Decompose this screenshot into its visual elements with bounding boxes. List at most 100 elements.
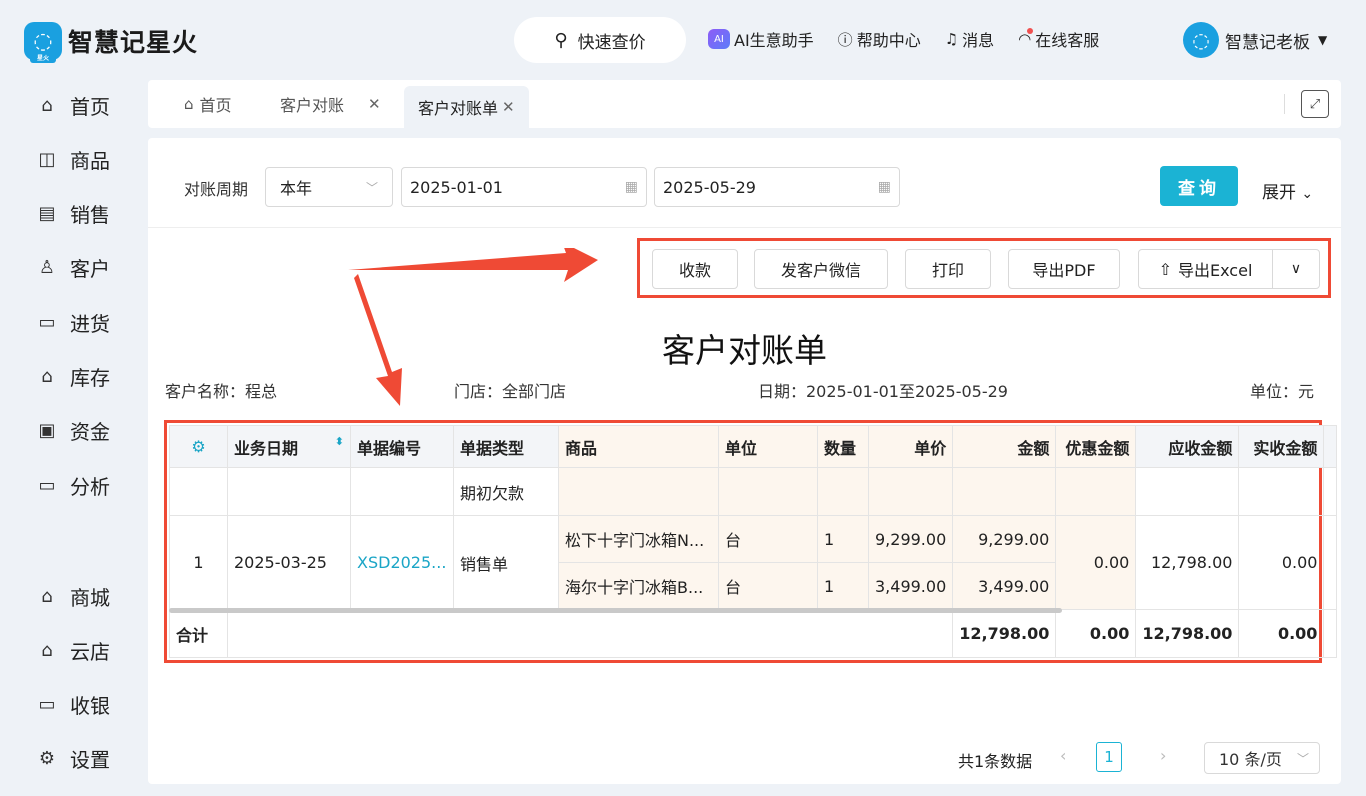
- cell-product: 松下十字门冰箱N...: [558, 515, 719, 563]
- bell-icon: ♫: [944, 30, 959, 48]
- sidebar-item-mall[interactable]: ⌂ 商城: [36, 581, 110, 611]
- print-button[interactable]: 打印: [905, 249, 991, 289]
- prev-page-icon[interactable]: ‹: [1060, 746, 1066, 765]
- warehouse-icon: ⌂: [41, 365, 53, 387]
- sidebar-item-label: 设置: [70, 747, 110, 772]
- sidebar-item-settings[interactable]: ⚙ 设置: [36, 743, 110, 773]
- cell-product: 海尔十字门冰箱B...: [558, 562, 719, 610]
- home-icon: ⌂: [41, 94, 53, 116]
- headset-icon: ◠: [1018, 28, 1034, 48]
- sidebar-item-inventory[interactable]: ⌂ 库存: [36, 361, 110, 391]
- filter-bar: 对账周期 本年 ﹀ 2025-01-01 ▦ 2025-05-29 ▦ 查询 展…: [148, 138, 1341, 228]
- close-icon[interactable]: ✕: [502, 98, 515, 116]
- sort-icon[interactable]: ⬍: [335, 435, 344, 448]
- sidebar-item-purchase[interactable]: ▭ 进货: [36, 307, 110, 337]
- quick-search-label: 快速查价: [577, 32, 646, 53]
- fullscreen-icon[interactable]: ⤢: [1301, 90, 1329, 118]
- end-date-input[interactable]: 2025-05-29 ▦: [654, 167, 900, 207]
- chart-icon: ▭: [38, 474, 56, 496]
- period-label: 对账周期: [184, 180, 249, 199]
- sidebar-item-label: 首页: [70, 94, 110, 119]
- help-center-label: 帮助中心: [856, 31, 921, 50]
- order-number-link[interactable]: XSD2025...: [350, 515, 454, 610]
- cell-amount: 3,499.00: [952, 562, 1057, 610]
- start-date-input[interactable]: 2025-01-01 ▦: [401, 167, 647, 207]
- sidebar-item-analysis[interactable]: ▭ 分析: [36, 470, 110, 500]
- header-links: AI AI生意助手 ⓘ 帮助中心 ♫ 消息 ◠ 在线客服: [708, 27, 1123, 51]
- column-header: 单据类型: [453, 425, 559, 468]
- cashier-icon: ▭: [38, 693, 56, 715]
- query-button[interactable]: 查询: [1160, 166, 1238, 206]
- header-label: 业务日期: [234, 438, 299, 458]
- next-page-icon[interactable]: ›: [1160, 746, 1166, 765]
- total-discount: 0.00: [1055, 609, 1137, 658]
- collect-payment-button[interactable]: 收款: [652, 249, 738, 289]
- user-menu[interactable]: ◌ 智慧记老板 ▼: [1183, 22, 1327, 58]
- period-value: 本年: [280, 179, 313, 198]
- export-pdf-button[interactable]: 导出PDF: [1008, 249, 1120, 289]
- column-header: 商品: [558, 425, 719, 468]
- table-row: 1 2025-03-25 XSD2025... 销售单 松下十字门冰箱N... …: [169, 515, 1338, 610]
- cell: [227, 467, 351, 516]
- arrow-down-icon: [354, 274, 402, 406]
- column-header: 应收金额: [1135, 425, 1240, 468]
- statement-table: ⚙ 业务日期 ⬍ 单据编号 单据类型 商品 单位 数量 单价 金额 优惠金额 应…: [169, 425, 1338, 658]
- cell-qty: 1: [817, 562, 869, 610]
- cell-index: 1: [169, 515, 228, 610]
- horizontal-scrollbar[interactable]: [169, 608, 1062, 613]
- export-excel-button[interactable]: ⇧ 导出Excel: [1139, 250, 1273, 288]
- expand-filter-button[interactable]: 展开 ⌄: [1262, 178, 1313, 203]
- period-select[interactable]: 本年 ﹀: [265, 167, 393, 207]
- messages-link[interactable]: ♫ 消息: [945, 27, 994, 51]
- wallet-icon: ▣: [38, 419, 56, 441]
- main-panel: 对账周期 本年 ﹀ 2025-01-01 ▦ 2025-05-29 ▦ 查询 展…: [148, 138, 1341, 784]
- logo-icon: ◌ 星火: [24, 22, 62, 63]
- sidebar-item-customers[interactable]: ♙ 客户: [36, 252, 110, 282]
- sidebar-item-products[interactable]: ◫ 商品: [36, 144, 110, 174]
- tab-customer-reconciliation[interactable]: 客户对账 ✕: [280, 80, 381, 128]
- statement-title: 客户对账单: [662, 331, 827, 370]
- app-logo[interactable]: ◌ 星火 智慧记星火: [24, 22, 198, 63]
- tab-home[interactable]: ⌂ 首页: [184, 80, 232, 128]
- sidebar-item-sales[interactable]: ▤ 销售: [36, 198, 110, 228]
- clipboard-icon: ▤: [38, 202, 56, 224]
- help-center-link[interactable]: ⓘ 帮助中心: [838, 27, 921, 51]
- sidebar-item-funds[interactable]: ▣ 资金: [36, 415, 110, 445]
- column-settings-icon[interactable]: ⚙: [169, 425, 228, 468]
- page-button-current[interactable]: 1: [1096, 742, 1122, 772]
- avatar: ◌: [1183, 22, 1219, 58]
- cell: [1238, 467, 1325, 516]
- cell: [1323, 467, 1338, 516]
- total-received: 0.00: [1238, 609, 1325, 658]
- table-row-opening: 期初欠款: [169, 467, 1338, 516]
- export-excel-split-button: ⇧ 导出Excel ∨: [1138, 249, 1320, 289]
- close-icon[interactable]: ✕: [368, 95, 381, 113]
- sidebar-item-label: 商城: [70, 585, 110, 610]
- chevron-down-icon[interactable]: ∨: [1273, 250, 1319, 288]
- column-spacer: [1323, 425, 1338, 468]
- sidebar-item-cashier[interactable]: ▭ 收银: [36, 689, 110, 719]
- export-excel-label: 导出Excel: [1178, 261, 1253, 280]
- quick-price-search-button[interactable]: ⚲ 快速查价: [514, 17, 686, 63]
- table-header-row: ⚙ 业务日期 ⬍ 单据编号 单据类型 商品 单位 数量 单价 金额 优惠金额 应…: [169, 425, 1338, 468]
- sidebar-item-cloud-store[interactable]: ⌂ 云店: [36, 635, 110, 665]
- column-header[interactable]: 业务日期 ⬍: [227, 425, 351, 468]
- sidebar-item-label: 云店: [70, 639, 110, 664]
- page-size-value: 10 条/页: [1219, 750, 1282, 769]
- ai-assistant-link[interactable]: AI AI生意助手: [708, 27, 814, 51]
- tabs-bar: ⌂ 首页 客户对账 ✕ 客户对账单 ✕ ⤢: [148, 80, 1341, 128]
- sidebar: ⌂ 首页 ◫ 商品 ▤ 销售 ♙ 客户 ▭ 进货 ⌂ 库存 ▣ 资金 ▭ 分析 ⌂ 商城 ⌂ 云店 …: [0, 80, 148, 796]
- messages-label: 消息: [962, 31, 995, 50]
- sidebar-item-label: 客户: [70, 256, 110, 281]
- logo-glyph: ◌: [33, 28, 53, 54]
- page-size-select[interactable]: 10 条/页 ﹀: [1204, 742, 1320, 774]
- online-service-link[interactable]: ◠ 在线客服: [1018, 27, 1099, 51]
- cell-type: 销售单: [453, 515, 559, 610]
- cell-unit: 台: [718, 562, 818, 610]
- tab-customer-statement[interactable]: 客户对账单 ✕: [404, 86, 529, 128]
- sidebar-item-home[interactable]: ⌂ 首页: [36, 90, 110, 120]
- cell-amount: 9,299.00: [952, 515, 1057, 563]
- send-wechat-button[interactable]: 发客户微信: [754, 249, 888, 289]
- annotation-arrows: [348, 248, 598, 406]
- expand-label: 展开: [1262, 183, 1296, 203]
